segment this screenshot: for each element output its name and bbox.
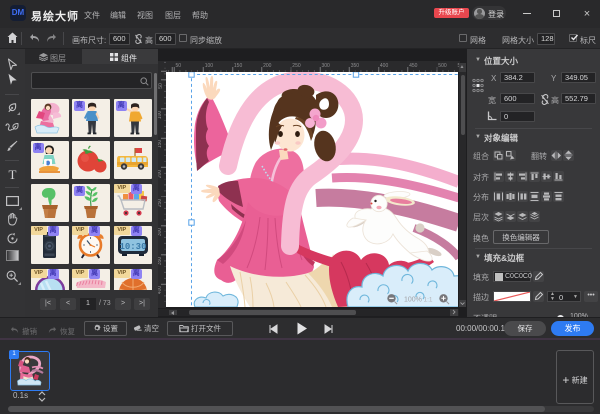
svg-text:100%: 100% (404, 296, 422, 303)
svg-text:1:1: 1:1 (424, 296, 433, 303)
svg-text:10:30: 10:30 (119, 242, 146, 252)
